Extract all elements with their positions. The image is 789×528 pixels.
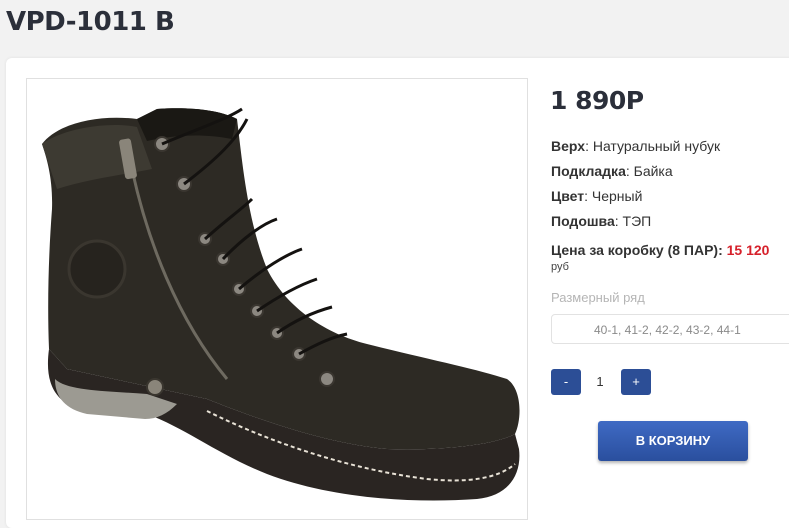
spec-value: : ТЭП — [614, 213, 652, 229]
quantity-input[interactable]: 1 — [590, 369, 610, 395]
spec-label: Подкладка — [551, 163, 626, 179]
spec-value: : Черный — [584, 188, 643, 204]
size-range-label: Размерный ряд — [551, 290, 645, 305]
product-title: VPD-1011 B — [6, 7, 175, 37]
size-range-select[interactable]: 40-1, 41-2, 42-2, 43-2, 44-1 — [551, 314, 789, 344]
spec-lining: Подкладка: Байка — [551, 162, 673, 180]
spec-sole: Подошва: ТЭП — [551, 212, 651, 230]
box-price-unit: руб — [551, 261, 569, 273]
spec-value: : Байка — [625, 163, 673, 179]
spec-label: Верх — [551, 138, 586, 154]
boot-icon — [42, 107, 520, 501]
quantity-minus-button[interactable]: - — [551, 369, 581, 395]
product-image[interactable] — [26, 78, 528, 520]
spec-color: Цвет: Черный — [551, 187, 642, 205]
product-price: 1 890Р — [550, 86, 644, 115]
box-price: Цена за коробку (8 ПАР): 15 120 — [551, 242, 769, 258]
spec-label: Цвет — [551, 188, 585, 204]
quantity-plus-button[interactable]: + — [621, 369, 651, 395]
spec-label: Подошва — [551, 213, 615, 229]
add-to-cart-button[interactable]: В КОРЗИНУ — [598, 421, 748, 461]
box-price-label: Цена за коробку (8 ПАР): — [551, 242, 723, 258]
spec-value: : Натуральный нубук — [585, 138, 721, 154]
box-price-value: 15 120 — [726, 242, 770, 258]
spec-upper: Верх: Натуральный нубук — [551, 137, 720, 155]
